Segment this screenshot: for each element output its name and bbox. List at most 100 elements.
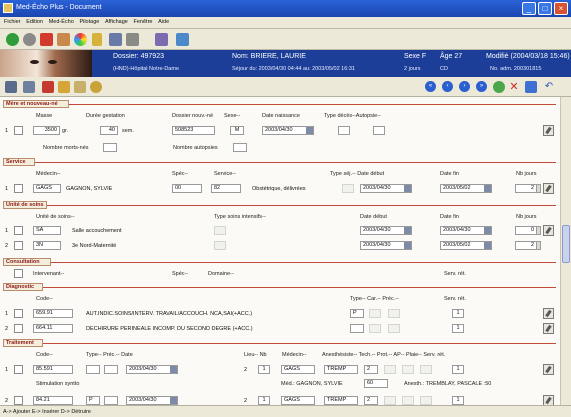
traitement-prec-input[interactable] [104, 396, 118, 405]
add-record-icon[interactable] [493, 81, 505, 93]
serv-ret-input[interactable]: 1 [452, 365, 464, 374]
serv-ret-input[interactable]: 1 [452, 396, 464, 405]
row-select-checkbox[interactable] [14, 226, 23, 235]
traitement-medecin-input[interactable]: GAGS [281, 365, 315, 374]
calendar-icon[interactable] [404, 227, 411, 234]
ap-input[interactable] [402, 365, 414, 374]
serv-ret-input[interactable]: 1 [452, 324, 464, 333]
unite-code-input[interactable]: 3N [33, 241, 61, 250]
prot-input[interactable] [384, 396, 396, 405]
nb-jours-input[interactable]: 0 [515, 226, 537, 235]
coin-icon[interactable] [90, 81, 102, 93]
date-fin-input[interactable]: 2003/04/30 [440, 226, 492, 235]
nb-jours-input[interactable]: 2 [515, 241, 537, 250]
edit-icon[interactable] [543, 308, 554, 319]
edit-icon[interactable] [543, 323, 554, 334]
calendar-icon[interactable] [306, 127, 313, 134]
document-icon[interactable] [42, 81, 54, 93]
edit-icon[interactable] [543, 395, 554, 405]
traitement-code-input[interactable]: 84.21 [33, 396, 73, 405]
nb-jours-spinner[interactable] [536, 226, 541, 235]
row-select-checkbox[interactable] [14, 365, 23, 374]
traitement-type-input[interactable] [86, 365, 100, 374]
nombre-autopsies-input[interactable] [233, 143, 247, 152]
undo-icon[interactable]: ↶ [543, 81, 555, 93]
delete-record-icon[interactable]: ✕ [508, 81, 520, 93]
diagnostic-prec-input[interactable] [388, 309, 400, 318]
book-icon[interactable] [155, 33, 168, 46]
nb-input[interactable]: 1 [258, 396, 270, 405]
form-view-icon[interactable] [5, 81, 17, 93]
menu-fenetre[interactable]: Fenêtre [130, 17, 153, 25]
anesthesiste-input[interactable]: TREMP [324, 365, 358, 374]
row-select-checkbox[interactable] [14, 324, 23, 333]
calendar-icon[interactable] [404, 242, 411, 249]
maximize-button[interactable]: □ [538, 2, 552, 15]
unite-code-input[interactable]: SA [33, 226, 61, 235]
menu-affichage[interactable]: Affichage [101, 17, 128, 25]
menu-med-echo[interactable]: Med-Écho [45, 17, 74, 25]
diagnostic-car-input[interactable] [369, 324, 381, 333]
nb-jours-spinner[interactable] [536, 241, 541, 250]
type-sej-input[interactable] [342, 184, 354, 193]
edit-icon[interactable] [543, 364, 554, 375]
menu-pilotage[interactable]: Pilotage [75, 17, 99, 25]
tech-input[interactable]: 2 [364, 396, 378, 405]
masse-input[interactable]: 3500 [33, 126, 60, 135]
type-deces-input[interactable] [338, 126, 350, 135]
traitement-prec-input[interactable] [104, 365, 118, 374]
green-circle-icon[interactable] [6, 33, 19, 46]
traitement-date-input[interactable]: 2003/04/30 [126, 365, 178, 374]
spec-input[interactable]: 00 [172, 184, 202, 193]
diagnostic-type-input[interactable]: P [350, 309, 364, 318]
traitement-medecin-input[interactable]: GAGS [281, 396, 315, 405]
calendar-icon[interactable] [170, 397, 177, 404]
row-select-checkbox[interactable] [14, 309, 23, 318]
warning-icon[interactable] [58, 81, 70, 93]
list-view-icon[interactable] [23, 81, 35, 93]
diagnostic-code-input[interactable]: 664.11 [33, 324, 73, 333]
nombre-morts-input[interactable] [103, 143, 117, 152]
printer-icon[interactable] [126, 33, 139, 46]
row-select-checkbox[interactable] [14, 396, 23, 405]
traitement-type-input[interactable]: P [86, 396, 100, 405]
type-soins-input[interactable] [214, 241, 226, 250]
diagnostic-prec-input[interactable] [388, 324, 400, 333]
calendar-icon[interactable] [484, 185, 491, 192]
type-soins-input[interactable] [214, 226, 226, 235]
medecin-code-input[interactable]: GAGS [33, 184, 61, 193]
close-button[interactable]: × [554, 2, 568, 15]
anesthesiste-input[interactable]: TREMP [324, 396, 358, 405]
calendar-icon[interactable] [170, 366, 177, 373]
date-debut-input[interactable]: 2003/04/30 [360, 184, 412, 193]
diagnostic-code-input[interactable]: 659.91 [33, 309, 73, 318]
last-record-icon[interactable]: » [476, 81, 487, 92]
row-select-checkbox[interactable] [14, 126, 23, 135]
row-select-checkbox[interactable] [14, 269, 23, 278]
plaie-input[interactable] [420, 365, 432, 374]
dossier-nne-input[interactable]: 508523 [172, 126, 215, 135]
serv-ret-input[interactable]: 1 [452, 309, 464, 318]
menu-fichier[interactable]: Fichier [0, 17, 21, 25]
date-debut-input[interactable]: 2003/04/30 [360, 241, 412, 250]
row-select-checkbox[interactable] [14, 241, 23, 250]
minutes-input[interactable]: 60 [364, 379, 388, 388]
nb-jours-input[interactable]: 2 [515, 184, 537, 193]
edit-icon[interactable] [543, 125, 554, 136]
tech-input[interactable]: 2 [364, 365, 378, 374]
gray-circle-icon[interactable] [23, 33, 36, 46]
date-fin-input[interactable]: 2003/05/02 [440, 241, 492, 250]
gestation-input[interactable]: 40 [100, 126, 118, 135]
prot-input[interactable] [384, 365, 396, 374]
row-select-checkbox[interactable] [14, 184, 23, 193]
autopsie-input[interactable] [373, 126, 385, 135]
date-naissance-input[interactable]: 2003/04/30 [262, 126, 314, 135]
color-wheel-icon[interactable] [74, 33, 87, 46]
diagnostic-type-input[interactable] [350, 324, 364, 333]
sexe-input[interactable]: M [230, 126, 244, 135]
vertical-scrollbar[interactable] [560, 97, 571, 405]
first-record-icon[interactable]: « [425, 81, 436, 92]
monitor-icon[interactable] [176, 33, 189, 46]
menu-edition[interactable]: Edition [22, 17, 43, 25]
traitement-code-input[interactable]: 85.591 [33, 365, 73, 374]
